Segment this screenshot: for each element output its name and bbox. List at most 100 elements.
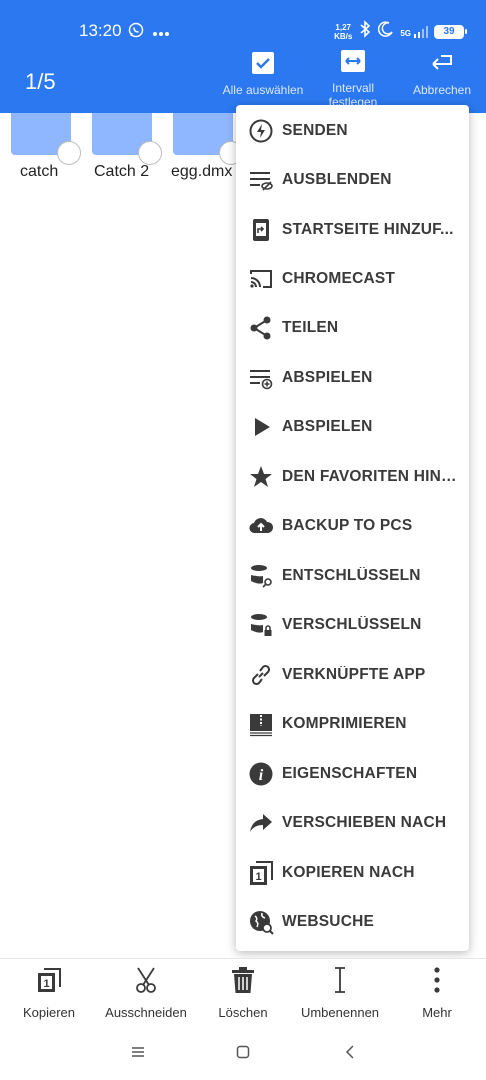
select-all-icon (252, 52, 274, 77)
menu-item-label: TEILEN (282, 319, 339, 336)
file-item[interactable]: catch (11, 113, 81, 180)
menu-item-add-playlist[interactable]: ABSPIELEN (236, 355, 469, 401)
menu-item-move-to[interactable]: VERSCHIEBEN NACH (236, 800, 469, 846)
bottom-toolbar: 1 Kopieren Ausschneiden Löschen Umbenenn… (0, 958, 486, 1024)
more-label: Mehr (422, 1005, 452, 1020)
rename-button[interactable]: Umbenennen (295, 963, 385, 1020)
system-nav-bar (0, 1024, 486, 1080)
scissors-icon (133, 963, 159, 997)
menu-item-decrypt[interactable]: ENTSCHLÜSSELN (236, 553, 469, 599)
menu-item-linked-app[interactable]: VERKNÜPFTE APP (236, 652, 469, 698)
interval-icon (341, 50, 365, 75)
share-icon (248, 315, 274, 341)
folder-icon (11, 113, 81, 165)
menu-item-web-search[interactable]: WEBSUCHE (236, 899, 469, 945)
network-type: 5G (400, 28, 411, 38)
whatsapp-icon (128, 22, 144, 43)
compress-icon (248, 711, 274, 737)
add-to-home-icon (248, 217, 274, 243)
menu-item-chromecast[interactable]: CHROMECAST (236, 256, 469, 302)
menu-item-compress[interactable]: KOMPRIMIEREN (236, 701, 469, 747)
menu-item-label: VERSCHIEBEN NACH (282, 814, 447, 831)
send-bolt-icon (248, 118, 274, 144)
select-checkbox[interactable] (138, 141, 162, 165)
hide-icon (248, 167, 274, 193)
cast-icon (248, 266, 274, 292)
menu-item-label: ABSPIELEN (282, 418, 373, 435)
rename-icon (332, 963, 348, 997)
moon-icon (378, 21, 394, 42)
selection-count: 1/5 (25, 69, 56, 94)
rename-label: Umbenennen (300, 1005, 380, 1020)
menu-item-encrypt[interactable]: VERSCHLÜSSELN (236, 602, 469, 648)
status-time: 13:20 (79, 21, 122, 40)
link-icon (248, 662, 274, 688)
file-item[interactable]: egg.dmx (171, 113, 243, 180)
encrypt-icon (248, 612, 274, 638)
net-speed-value: 1,27 (335, 22, 351, 32)
menu-item-play[interactable]: ABSPIELEN (236, 404, 469, 450)
cloud-upload-icon (248, 513, 274, 539)
file-name: Catch 2 (94, 163, 150, 180)
status-notification-icons (128, 22, 170, 43)
file-item[interactable]: Catch 2 (92, 113, 162, 180)
star-icon (248, 464, 274, 490)
menu-item-label: STARTSEITE HINZUF... (282, 221, 454, 238)
trash-icon (230, 963, 256, 997)
select-all-label: Alle auswählen (222, 83, 304, 97)
cancel-label: Abbrechen (412, 83, 472, 97)
menu-item-copy-to[interactable]: 1 KOPIEREN NACH (236, 850, 469, 896)
signal-icon: 5G (400, 25, 428, 38)
bluetooth-icon (358, 20, 372, 43)
home-square-icon[interactable] (231, 1040, 255, 1064)
playlist-add-icon (248, 365, 274, 391)
menu-item-add-home[interactable]: STARTSEITE HINZUF... (236, 207, 469, 253)
menu-item-label: KOPIEREN NACH (282, 864, 415, 881)
delete-label: Löschen (218, 1005, 268, 1020)
svg-text:1: 1 (43, 978, 49, 990)
file-name: catch (20, 163, 59, 180)
cancel-button[interactable]: Abbrechen (410, 52, 474, 97)
menu-item-label: SENDEN (282, 122, 348, 139)
header-bar: 13:20 1,27 KB/s 5G 39 1/5 Alle auswählen… (0, 0, 486, 113)
menu-item-label: AUSBLENDEN (282, 171, 392, 188)
screen: 13:20 1,27 KB/s 5G 39 1/5 Alle auswählen… (0, 0, 486, 1080)
more-vertical-icon (433, 963, 441, 997)
move-icon (248, 810, 274, 836)
menu-item-backup[interactable]: BACKUP TO PCS (236, 503, 469, 549)
menu-icon[interactable] (126, 1040, 150, 1064)
copy-to-icon: 1 (248, 860, 274, 886)
file-name: egg.dmx (171, 163, 233, 180)
svg-text:i: i (259, 767, 264, 784)
menu-item-send[interactable]: SENDEN (236, 108, 469, 154)
menu-item-label: ABSPIELEN (282, 369, 373, 386)
battery-indicator: 39 (434, 24, 467, 39)
net-speed: 1,27 KB/s (334, 23, 352, 41)
menu-item-hide[interactable]: AUSBLENDEN (236, 157, 469, 203)
web-search-icon (248, 909, 274, 935)
back-icon[interactable] (338, 1040, 362, 1064)
set-interval-button[interactable]: Intervall festlegen (318, 50, 388, 113)
folder-icon (173, 113, 243, 165)
select-all-button[interactable]: Alle auswählen (222, 52, 304, 97)
cancel-icon (429, 52, 455, 77)
net-speed-unit: KB/s (334, 31, 353, 41)
menu-item-label: BACKUP TO PCS (282, 517, 413, 534)
menu-item-properties[interactable]: i EIGENSCHAFTEN (236, 751, 469, 797)
menu-item-share[interactable]: TEILEN (236, 305, 469, 351)
menu-item-label: WEBSUCHE (282, 913, 375, 930)
copy-icon: 1 (36, 963, 62, 997)
decrypt-icon (248, 563, 274, 589)
delete-button[interactable]: Löschen (198, 963, 288, 1020)
menu-item-label: CHROMECAST (282, 270, 396, 287)
menu-item-label: VERKNÜPFTE APP (282, 666, 426, 683)
context-menu: SENDEN AUSBLENDEN STARTSEITE HINZUF... C… (236, 105, 469, 951)
copy-button[interactable]: 1 Kopieren (4, 963, 94, 1020)
more-button[interactable]: Mehr (392, 963, 482, 1020)
cut-button[interactable]: Ausschneiden (101, 963, 191, 1020)
copy-label: Kopieren (22, 1005, 76, 1020)
cut-label: Ausschneiden (105, 1005, 187, 1020)
menu-item-favorites[interactable]: DEN FAVORITEN HINZ... (236, 454, 469, 500)
info-icon: i (248, 761, 274, 787)
select-checkbox[interactable] (57, 141, 81, 165)
